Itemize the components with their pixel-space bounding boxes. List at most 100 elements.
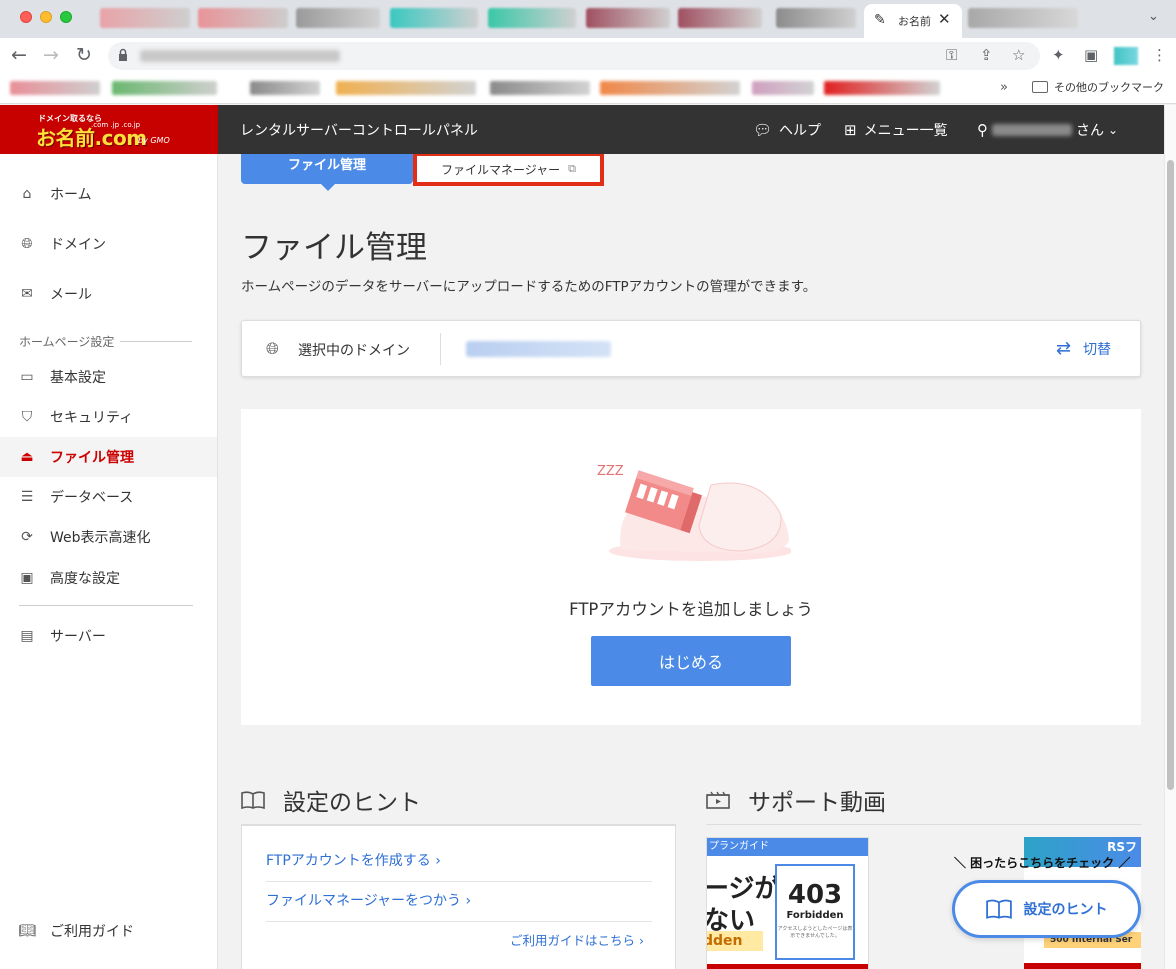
sidebar-divider [120, 341, 192, 342]
bookmark-item[interactable] [10, 81, 100, 95]
open-book-icon: 📖︎ [18, 923, 36, 939]
empty-state-message: FTPアカウントを追加しましょう [569, 600, 813, 619]
server-icon: ▤ [20, 628, 34, 644]
active-browser-tab[interactable]: ✎ お名前 ✕ [864, 4, 962, 38]
sidebar-item-mail[interactable]: ✉ メール [0, 274, 217, 314]
user-guide-link[interactable]: ご利用ガイドはこちら › [510, 930, 644, 949]
start-button[interactable]: はじめる [591, 636, 791, 686]
tab-file-manager[interactable]: ファイルマネージャー ⧉ [413, 154, 604, 186]
sidebar-item-domain[interactable]: 🌐︎ ドメイン [0, 224, 217, 264]
bookmark-item[interactable] [490, 81, 590, 95]
bookmark-item[interactable] [336, 81, 476, 95]
profile-avatar[interactable] [1114, 47, 1138, 65]
address-bar[interactable]: ⚿ ⇪ ☆ [108, 42, 1040, 70]
sidebar-item-database[interactable]: ☰ データベース [0, 477, 217, 517]
menu-list-link[interactable]: ⊞ メニュー一覧 [844, 120, 948, 140]
bookmarks-bar: » その他のブックマーク [0, 74, 1176, 104]
browser-tab[interactable] [296, 8, 380, 28]
sidebar-item-file-management[interactable]: ⏏ ファイル管理 [0, 437, 217, 477]
close-tab-icon[interactable]: ✕ [938, 10, 951, 28]
onamae-logo[interactable]: ドメイン取るなら .com .jp .co.jp お名前.com by GMO [0, 105, 218, 154]
key-icon[interactable]: ⚿ [946, 46, 957, 64]
bookmark-item[interactable] [752, 81, 814, 95]
browser-tab[interactable] [100, 8, 190, 28]
monitor-icon: ▭ [20, 369, 34, 385]
browser-tab[interactable] [390, 8, 478, 28]
grid-icon: ⊞ [844, 121, 857, 139]
sidebar-item-web-speedup[interactable]: ⟳ Web表示高速化 [0, 517, 217, 557]
hint-link-label: FTPアカウントを作成する [266, 853, 431, 869]
user-name [992, 124, 1072, 136]
sidebar-item-label: セキュリティ [50, 410, 134, 426]
folder-icon [1032, 81, 1048, 93]
other-bookmarks-folder[interactable]: その他のブックマーク [1032, 79, 1164, 95]
sidebar-item-label: ご利用ガイド [50, 924, 134, 940]
swap-arrows-icon: ⇄ [1056, 338, 1072, 359]
app-header: ドメイン取るなら .com .jp .co.jp お名前.com by GMO … [0, 105, 1164, 154]
user-menu[interactable]: ⚲ さん ⌄ [977, 120, 1118, 140]
chat-bubble-icon: 💬︎ [753, 121, 773, 139]
forward-arrow-icon[interactable]: → [40, 44, 62, 66]
help-label: ヘルプ [779, 123, 822, 139]
database-icon: ☰ [20, 489, 34, 505]
sidebar-item-basic-settings[interactable]: ▭ 基本設定 [0, 357, 217, 397]
monitor-gear-icon: ▣ [20, 570, 34, 586]
logo-wordmark: お名前.com [36, 126, 147, 150]
browser-tab[interactable] [678, 8, 762, 28]
open-book-icon [241, 791, 265, 809]
upload-icon: ⏏ [20, 449, 34, 465]
kebab-menu-icon[interactable]: ⋮ [1152, 46, 1167, 64]
back-arrow-icon[interactable]: ← [8, 44, 30, 66]
hint-link-file-manager[interactable]: ファイルマネージャーをつかう › [266, 890, 471, 910]
extensions-icon[interactable]: ✦ [1052, 46, 1065, 64]
hint-link-create-ftp[interactable]: FTPアカウントを作成する › [266, 850, 441, 870]
user-icon: ⚲ [977, 121, 988, 139]
settings-hint-floating-button[interactable]: 設定のヒント [952, 880, 1141, 938]
selected-domain-label: 選択中のドメイン [298, 343, 410, 359]
tab-search-chevron-icon[interactable]: ⌄ [1148, 9, 1159, 24]
empty-state-card: ZZZ FTPアカウントを追加しましょう はじめる [241, 409, 1141, 725]
browser-tab[interactable] [198, 8, 288, 28]
bookmark-item[interactable] [824, 81, 940, 95]
sidebar-item-advanced-settings[interactable]: ▣ 高度な設定 [0, 558, 217, 598]
zzz-label: ZZZ [597, 464, 624, 479]
error-detail: アクセスしようとしたページは表示できませんでした。 [777, 926, 853, 939]
bookmark-item[interactable] [112, 81, 217, 95]
share-icon[interactable]: ⇪ [980, 46, 993, 64]
tab-file-management[interactable]: ファイル管理 [241, 154, 413, 191]
www-globe-icon: 🌐︎ [266, 339, 279, 358]
star-icon[interactable]: ☆ [1012, 46, 1025, 64]
divider [440, 333, 441, 365]
active-tab-title: お名前 [898, 15, 931, 28]
page-description: ホームページのデータをサーバーにアップロードするためのFTPアカウントの管理がで… [241, 279, 817, 295]
support-video-thumbnail[interactable]: プランガイド ージが ない dden 403 Forbidden アクセスしよう… [706, 837, 869, 969]
sidebar-item-user-guide[interactable]: 📖︎ ご利用ガイド [0, 911, 217, 951]
browser-tab[interactable] [968, 8, 1078, 28]
url-text [140, 50, 340, 62]
maximize-window-button[interactable] [60, 11, 72, 23]
chevron-down-icon: ⌄ [1108, 123, 1119, 137]
lock-icon [119, 48, 127, 61]
floating-button-label: 設定のヒント [1023, 902, 1108, 918]
sleeping-server-illustration: ZZZ [597, 464, 791, 561]
close-window-button[interactable] [20, 11, 32, 23]
bookmark-item[interactable] [250, 81, 320, 95]
side-panel-icon[interactable]: ▣ [1084, 46, 1098, 64]
sidebar-item-security[interactable]: ⛉ セキュリティ [0, 397, 217, 437]
browser-tab[interactable] [586, 8, 670, 28]
bookmark-item[interactable] [600, 81, 740, 95]
bookmarks-overflow-chevron[interactable]: » [1000, 80, 1008, 95]
sidebar-item-label: サーバー [50, 629, 106, 645]
sidebar-item-server[interactable]: ▤ サーバー [0, 616, 217, 656]
scrollbar-thumb[interactable] [1167, 160, 1174, 790]
switch-domain-button[interactable]: ⇄ 切替 [1056, 338, 1111, 359]
divider [706, 824, 1141, 825]
reload-icon[interactable]: ↻ [73, 44, 95, 66]
minimize-window-button[interactable] [40, 11, 52, 23]
help-link[interactable]: 💬︎ ヘルプ [753, 120, 821, 140]
browser-tab[interactable] [488, 8, 576, 28]
sidebar-item-label: Web表示高速化 [50, 530, 151, 546]
browser-tab[interactable] [776, 8, 856, 28]
sidebar-item-home[interactable]: ⌂ ホーム [0, 174, 217, 214]
external-link-icon: ⧉ [568, 162, 577, 175]
